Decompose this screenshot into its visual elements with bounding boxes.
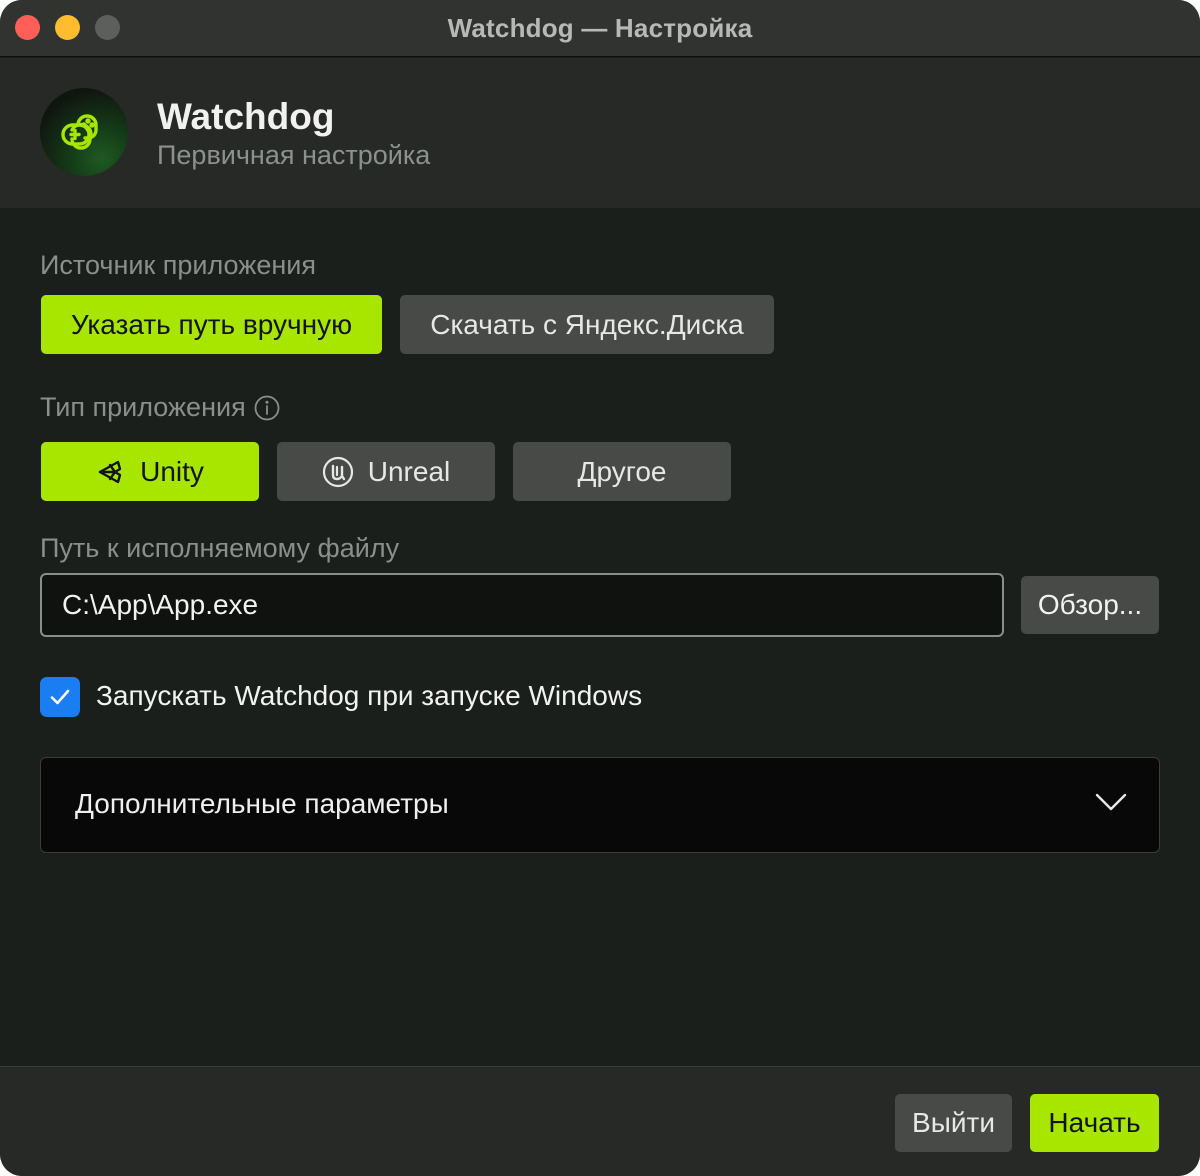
- unreal-icon: [322, 456, 354, 488]
- exe-path-input[interactable]: C:\App\App.exe: [40, 573, 1004, 637]
- source-yandex-disk-button[interactable]: Скачать с Яндекс.Диска: [400, 295, 774, 354]
- advanced-settings-title: Дополнительные параметры: [75, 788, 449, 819]
- autostart-checkbox[interactable]: [40, 677, 80, 717]
- app-type-unreal-button[interactable]: Unreal: [277, 442, 495, 501]
- app-type-label: Тип приложения: [40, 392, 246, 422]
- title-bar[interactable]: Watchdog — Настройка: [0, 0, 1200, 57]
- app-name: Watchdog: [157, 96, 335, 137]
- advanced-settings-accordion[interactable]: Дополнительные параметры: [40, 757, 1160, 853]
- browse-button[interactable]: Обзор...: [1021, 576, 1159, 634]
- app-header: Watchdog Первичная настройка: [0, 58, 1200, 208]
- info-icon[interactable]: [254, 395, 280, 421]
- exe-path-label: Путь к исполняемому файлу: [40, 533, 400, 563]
- source-label: Источник приложения: [40, 250, 316, 280]
- app-type-label-row: Тип приложения: [40, 392, 280, 423]
- start-label: Начать: [1048, 1107, 1141, 1138]
- start-button[interactable]: Начать: [1030, 1094, 1159, 1152]
- other-label: Другое: [577, 455, 667, 487]
- footer-bar: Выйти Начать: [0, 1066, 1200, 1176]
- setup-window: Watchdog — Настройка Watchdog Первичная …: [0, 0, 1200, 1176]
- app-type-unity-button[interactable]: Unity: [41, 442, 259, 501]
- app-subtitle: Первичная настройка: [157, 140, 431, 170]
- checkmark-icon: [50, 689, 70, 705]
- exit-button[interactable]: Выйти: [895, 1094, 1012, 1152]
- app-type-other-button[interactable]: Другое: [513, 442, 731, 501]
- source-manual-button[interactable]: Указать путь вручную: [41, 295, 382, 354]
- window-title: Watchdog — Настройка: [447, 13, 753, 43]
- autostart-label[interactable]: Запускать Watchdog при запуске Windows: [96, 680, 642, 712]
- browse-label: Обзор...: [1037, 589, 1143, 620]
- exit-label: Выйти: [912, 1107, 995, 1138]
- chevron-down-icon: [1095, 792, 1127, 817]
- source-manual-label: Указать путь вручную: [70, 308, 353, 340]
- unity-label: Unity: [140, 455, 204, 487]
- source-yandex-disk-label: Скачать с Яндекс.Диска: [430, 308, 744, 340]
- unity-icon: [96, 457, 126, 487]
- unreal-label: Unreal: [367, 455, 451, 487]
- gamepad-logo-icon: [40, 88, 128, 176]
